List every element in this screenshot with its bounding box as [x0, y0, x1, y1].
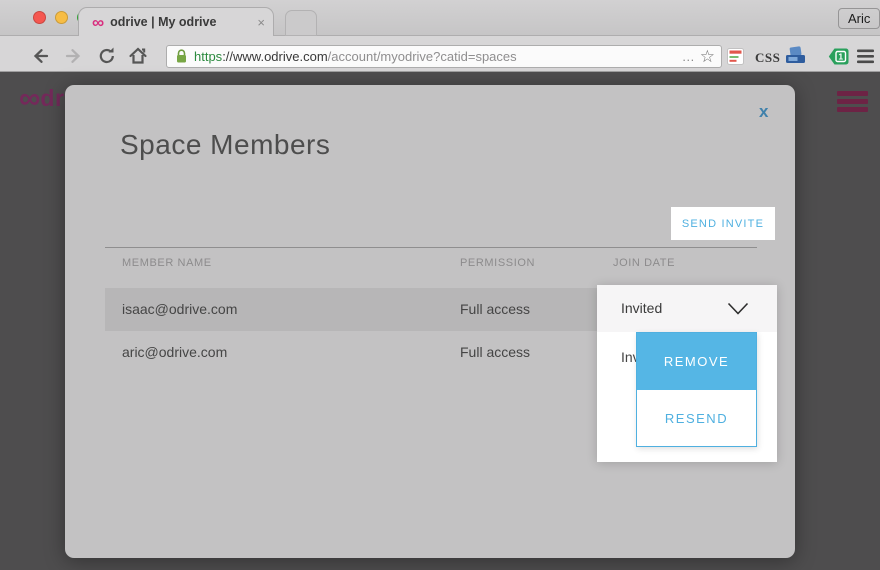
- odrive-logo-infinity-icon: ∞: [19, 82, 40, 115]
- modal-title: Space Members: [120, 129, 330, 161]
- reload-icon[interactable]: [97, 46, 117, 66]
- window-minimize-button[interactable]: [55, 11, 68, 24]
- chrome-menu-icon[interactable]: [857, 49, 874, 64]
- new-tab-button[interactable]: [285, 10, 317, 36]
- browser-tab[interactable]: ∞ odrive | My odrive ×: [78, 7, 274, 36]
- member-email: aric@odrive.com: [122, 331, 227, 374]
- column-header-member-name: MEMBER NAME: [122, 257, 212, 269]
- svg-text:1: 1: [838, 52, 843, 62]
- url-overflow-indicator: …: [682, 49, 700, 64]
- window-close-button[interactable]: [33, 11, 46, 24]
- odrive-favicon-icon: ∞: [92, 14, 104, 31]
- notes-extension-icon[interactable]: [727, 48, 744, 65]
- hamburger-bar: [837, 99, 868, 104]
- send-invite-button[interactable]: SEND INVITE: [671, 207, 775, 240]
- tab-title: odrive | My odrive: [110, 15, 251, 29]
- dropdown-menu: REMOVE RESEND: [636, 332, 757, 447]
- page-hamburger-menu-icon[interactable]: [837, 91, 868, 115]
- member-email: isaac@odrive.com: [122, 288, 237, 331]
- url-path: /account/myodrive?catid=spaces: [328, 49, 517, 64]
- tab-close-icon[interactable]: ×: [257, 15, 265, 30]
- address-bar[interactable]: https://www.odrive.com/account/myodrive?…: [166, 45, 722, 68]
- modal-close-icon[interactable]: x: [759, 102, 768, 122]
- member-permission: Full access: [460, 331, 530, 374]
- forward-icon[interactable]: [63, 46, 83, 66]
- home-icon[interactable]: [128, 46, 148, 66]
- secure-lock-icon: [175, 49, 188, 64]
- browser-profile-button[interactable]: Aric: [838, 8, 880, 29]
- join-date-select[interactable]: Invited: [597, 285, 777, 332]
- member-permission: Full access: [460, 288, 530, 331]
- screen: Aric ∞ odrive | My odrive × https://www.…: [0, 0, 880, 570]
- profile-name: Aric: [848, 11, 870, 26]
- back-icon[interactable]: [31, 46, 51, 66]
- bookmark-star-icon[interactable]: ☆: [700, 48, 715, 65]
- menu-item-remove[interactable]: REMOVE: [637, 333, 756, 390]
- tag-extension-icon[interactable]: 1: [828, 48, 849, 65]
- hamburger-bar: [837, 107, 868, 112]
- url-host: ://www.odrive.com: [222, 49, 327, 64]
- menu-item-resend[interactable]: RESEND: [637, 390, 756, 446]
- column-header-join-date: JOIN DATE: [613, 257, 675, 269]
- join-date-selected-value: Invited: [621, 285, 662, 332]
- hamburger-bar: [837, 91, 868, 96]
- url-text: https://www.odrive.com/account/myodrive?…: [194, 49, 517, 64]
- printer-extension-icon[interactable]: [784, 46, 808, 66]
- table-top-divider: [105, 247, 757, 248]
- chevron-down-icon[interactable]: [727, 302, 749, 316]
- column-header-permission: PERMISSION: [460, 257, 535, 269]
- url-scheme: https: [194, 49, 222, 64]
- css-extension-icon[interactable]: CSS: [755, 50, 780, 66]
- join-date-popover: Invited Inv REMOVE RESEND: [597, 285, 777, 462]
